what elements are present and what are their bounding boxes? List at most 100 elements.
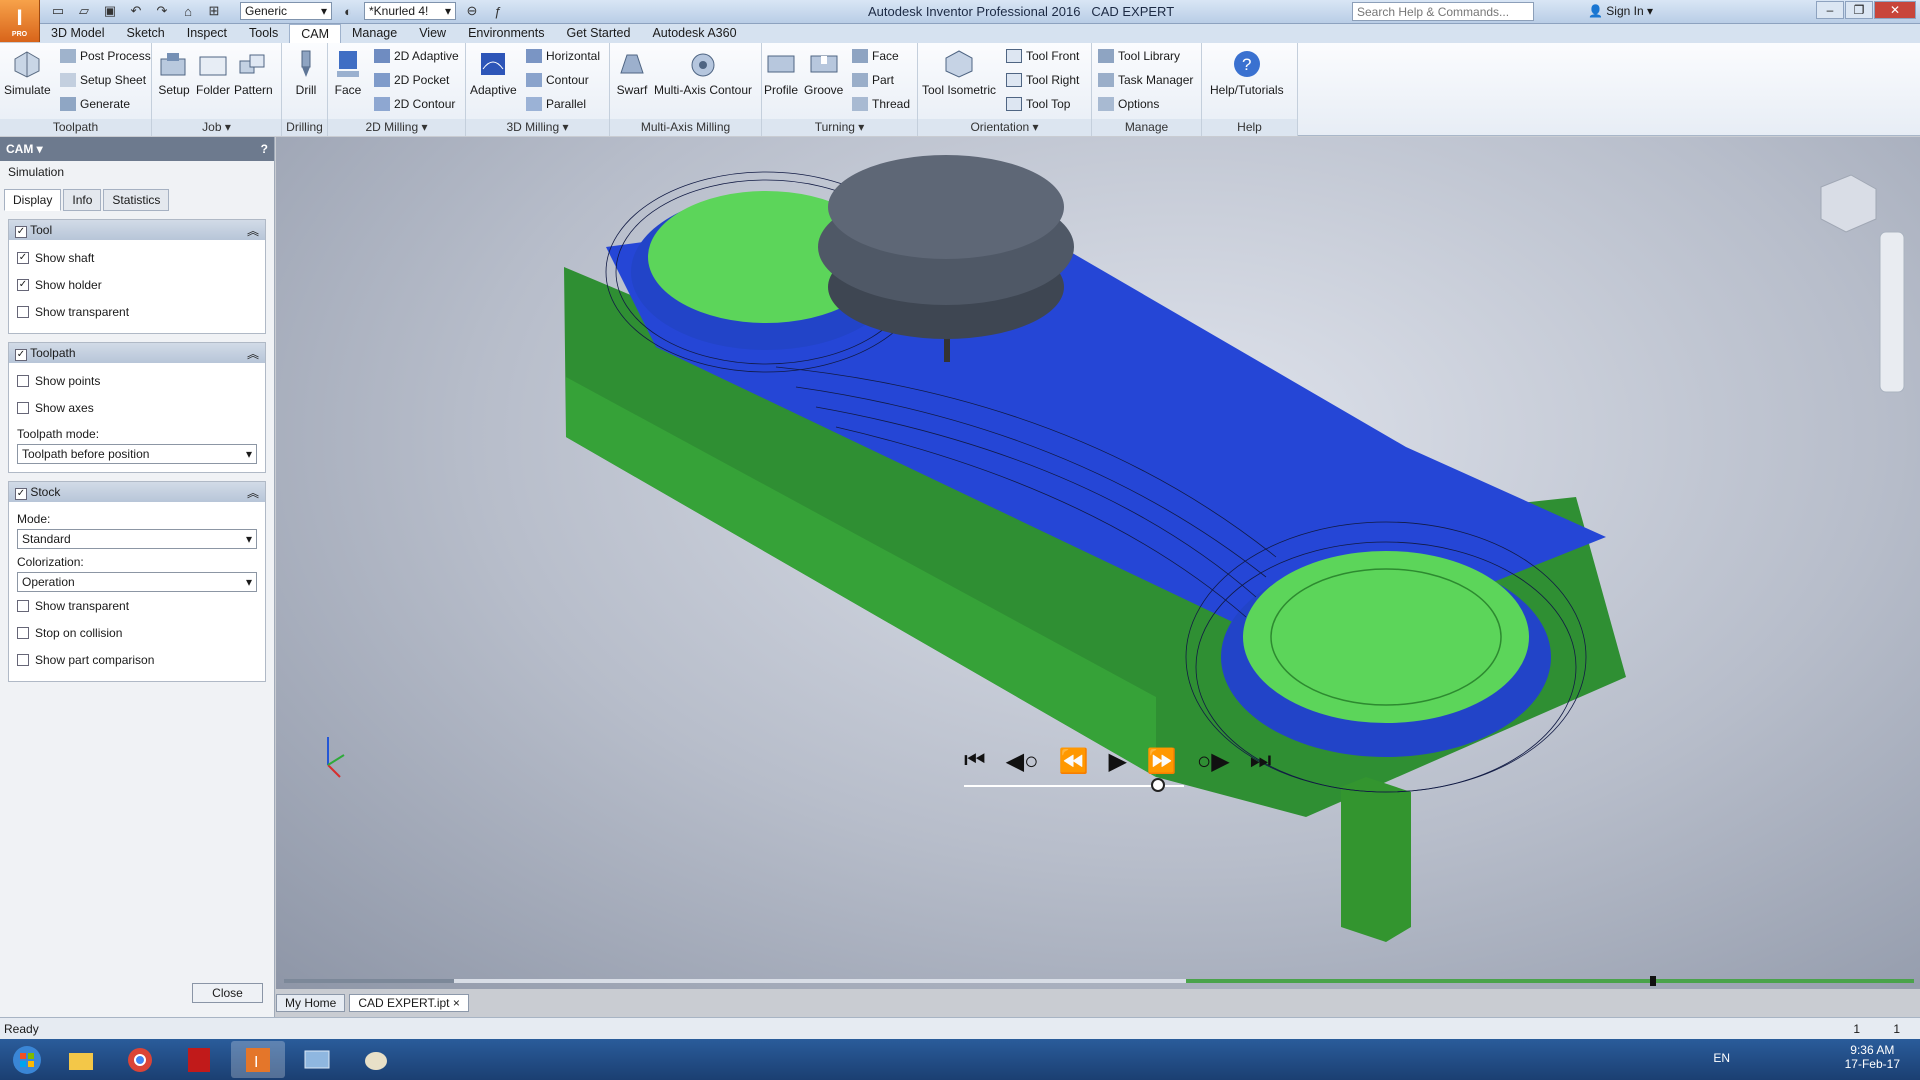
show-holder-checkbox[interactable]: ✓ Show holder — [17, 271, 257, 298]
contour-3d-button[interactable]: Contour — [526, 73, 589, 87]
checkbox-box[interactable] — [17, 626, 29, 639]
go-to-start-button[interactable]: ⏮ — [964, 747, 986, 776]
stock-mode-select[interactable]: Standard ▾ — [17, 529, 257, 549]
redo-icon[interactable]: ↷ — [152, 2, 172, 20]
thread-button[interactable]: Thread — [852, 97, 910, 111]
tab-environments[interactable]: Environments — [457, 24, 555, 43]
group-stock-checkbox[interactable]: ✓ — [15, 487, 27, 500]
next-operation-button[interactable]: ○▶ — [1197, 747, 1230, 776]
go-to-end-button[interactable]: ⏭ — [1250, 747, 1272, 776]
step-back-button[interactable]: ⏪ — [1059, 747, 1089, 776]
show-shaft-checkbox[interactable]: ✓ Show shaft — [17, 244, 257, 271]
stop-on-collision-checkbox[interactable]: Stop on collision — [17, 619, 257, 646]
play-button[interactable]: ▶ — [1108, 747, 1126, 776]
swarf-button[interactable]: Swarf — [616, 49, 648, 97]
pattern-button[interactable]: Pattern — [234, 49, 273, 97]
2d-contour-button[interactable]: 2D Contour — [374, 97, 455, 111]
toolpath-mode-select[interactable]: Toolpath before position ▾ — [17, 444, 257, 464]
panel-label[interactable]: 2D Milling ▾ — [328, 119, 465, 136]
collapse-icon[interactable]: ︽ — [247, 484, 259, 501]
checkbox-box[interactable] — [17, 653, 29, 666]
collapse-icon[interactable]: ︽ — [247, 222, 259, 239]
acrobat-icon[interactable] — [172, 1041, 226, 1078]
tool-isometric-button[interactable]: Tool Isometric — [922, 49, 996, 97]
checkbox-box[interactable]: ✓ — [17, 278, 29, 291]
panel-label[interactable]: Orientation ▾ — [918, 119, 1091, 136]
tool-top-button[interactable]: Tool Top — [1006, 97, 1070, 111]
step-forward-button[interactable]: ⏩ — [1147, 747, 1177, 776]
open-file-icon[interactable]: ▱ — [74, 2, 94, 20]
new-file-icon[interactable]: ▭ — [48, 2, 68, 20]
tab-statistics[interactable]: Statistics — [103, 189, 170, 211]
tab-manage[interactable]: Manage — [341, 24, 408, 43]
profile-button[interactable]: Profile — [764, 49, 798, 97]
previous-operation-button[interactable]: ◀○ — [1006, 747, 1039, 776]
chrome-icon[interactable] — [113, 1041, 167, 1078]
tab-sketch[interactable]: Sketch — [116, 24, 176, 43]
paint-icon[interactable] — [349, 1041, 403, 1078]
view-cube[interactable] — [1820, 174, 1877, 233]
2d-pocket-button[interactable]: 2D Pocket — [374, 73, 449, 87]
checkbox-box[interactable] — [17, 599, 29, 612]
undo-icon[interactable]: ↶ — [126, 2, 146, 20]
language-indicator[interactable]: EN — [1713, 1051, 1730, 1065]
zoom-icon[interactable]: ⊖ — [462, 2, 482, 20]
close-tab-icon[interactable]: × — [453, 996, 460, 1010]
tool-front-button[interactable]: Tool Front — [1006, 49, 1079, 63]
2d-adaptive-button[interactable]: 2D Adaptive — [374, 49, 459, 63]
minimize-button[interactable]: – — [1816, 1, 1844, 19]
stock-transparent-checkbox[interactable]: Show transparent — [17, 592, 257, 619]
group-tool-header[interactable]: ✓ Tool ︽ — [9, 220, 265, 240]
turning-face-button[interactable]: Face — [852, 49, 899, 63]
group-toolpath-checkbox[interactable]: ✓ — [15, 348, 27, 361]
groove-button[interactable]: Groove — [804, 49, 843, 97]
panel-help-icon[interactable]: ? — [261, 142, 268, 156]
tab-cam[interactable]: CAM — [289, 24, 341, 43]
checkbox-box[interactable]: ✓ — [17, 251, 29, 264]
post-process-button[interactable]: Post Process — [60, 49, 151, 63]
group-stock-header[interactable]: ✓ Stock ︽ — [9, 482, 265, 502]
appearance-combo[interactable]: Generic ▾ — [240, 2, 332, 20]
maximize-button[interactable]: ❐ — [1845, 1, 1873, 19]
adaptive-3d-button[interactable]: Adaptive — [470, 49, 517, 97]
options-button[interactable]: Options — [1098, 97, 1159, 111]
doc-tab-cad-expert[interactable]: CAD EXPERT.ipt × — [349, 994, 469, 1012]
tab-tools[interactable]: Tools — [238, 24, 289, 43]
explorer-icon[interactable] — [54, 1041, 108, 1078]
start-button[interactable] — [5, 1041, 49, 1078]
tab-a360[interactable]: Autodesk A360 — [641, 24, 747, 43]
task-manager-button[interactable]: Task Manager — [1098, 73, 1193, 87]
navigation-bar[interactable] — [1879, 231, 1905, 393]
show-axes-checkbox[interactable]: Show axes — [17, 394, 257, 421]
material-combo[interactable]: *Knurled 4! ▾ — [364, 2, 456, 20]
clock-time[interactable]: 9:36 AM — [1845, 1043, 1900, 1057]
color-icon[interactable]: ◐ — [338, 2, 358, 20]
inventor-taskbar-icon[interactable]: I — [231, 1041, 285, 1078]
tab-display[interactable]: Display — [4, 189, 62, 211]
parallel-button[interactable]: Parallel — [526, 97, 586, 111]
horizontal-button[interactable]: Horizontal — [526, 49, 600, 63]
screen-icon[interactable] — [290, 1041, 344, 1078]
folder-button[interactable]: Folder — [196, 49, 230, 97]
save-icon[interactable]: ▣ — [100, 2, 120, 20]
help-tutorials-button[interactable]: ? Help/Tutorials — [1210, 49, 1284, 97]
simulate-button[interactable]: Simulate — [4, 49, 51, 97]
3d-viewport[interactable]: ⏮ ◀○ ⏪ ▶ ⏩ ○▶ ⏭ — [276, 137, 1920, 989]
search-input[interactable]: Search Help & Commands... — [1352, 2, 1534, 21]
tab-view[interactable]: View — [408, 24, 457, 43]
show-part-comparison-checkbox[interactable]: Show part comparison — [17, 646, 257, 673]
tab-get-started[interactable]: Get Started — [556, 24, 642, 43]
checkbox-box[interactable] — [17, 374, 29, 387]
panel-label[interactable]: 3D Milling ▾ — [466, 119, 609, 136]
show-transparent-tool-checkbox[interactable]: Show transparent — [17, 298, 257, 325]
face-2d-button[interactable]: Face — [332, 49, 364, 97]
home-icon[interactable]: ⌂ — [178, 2, 198, 20]
tab-info[interactable]: Info — [63, 189, 102, 211]
collapse-icon[interactable]: ︽ — [247, 345, 259, 362]
speed-slider-track[interactable] — [964, 778, 1184, 792]
inventor-logo[interactable]: I PRO — [0, 0, 40, 42]
sign-in-link[interactable]: 👤 Sign In ▾ — [1588, 4, 1653, 18]
show-points-checkbox[interactable]: Show points — [17, 367, 257, 394]
doc-tab-home[interactable]: My Home — [276, 994, 346, 1012]
checkbox-box[interactable] — [17, 401, 29, 414]
